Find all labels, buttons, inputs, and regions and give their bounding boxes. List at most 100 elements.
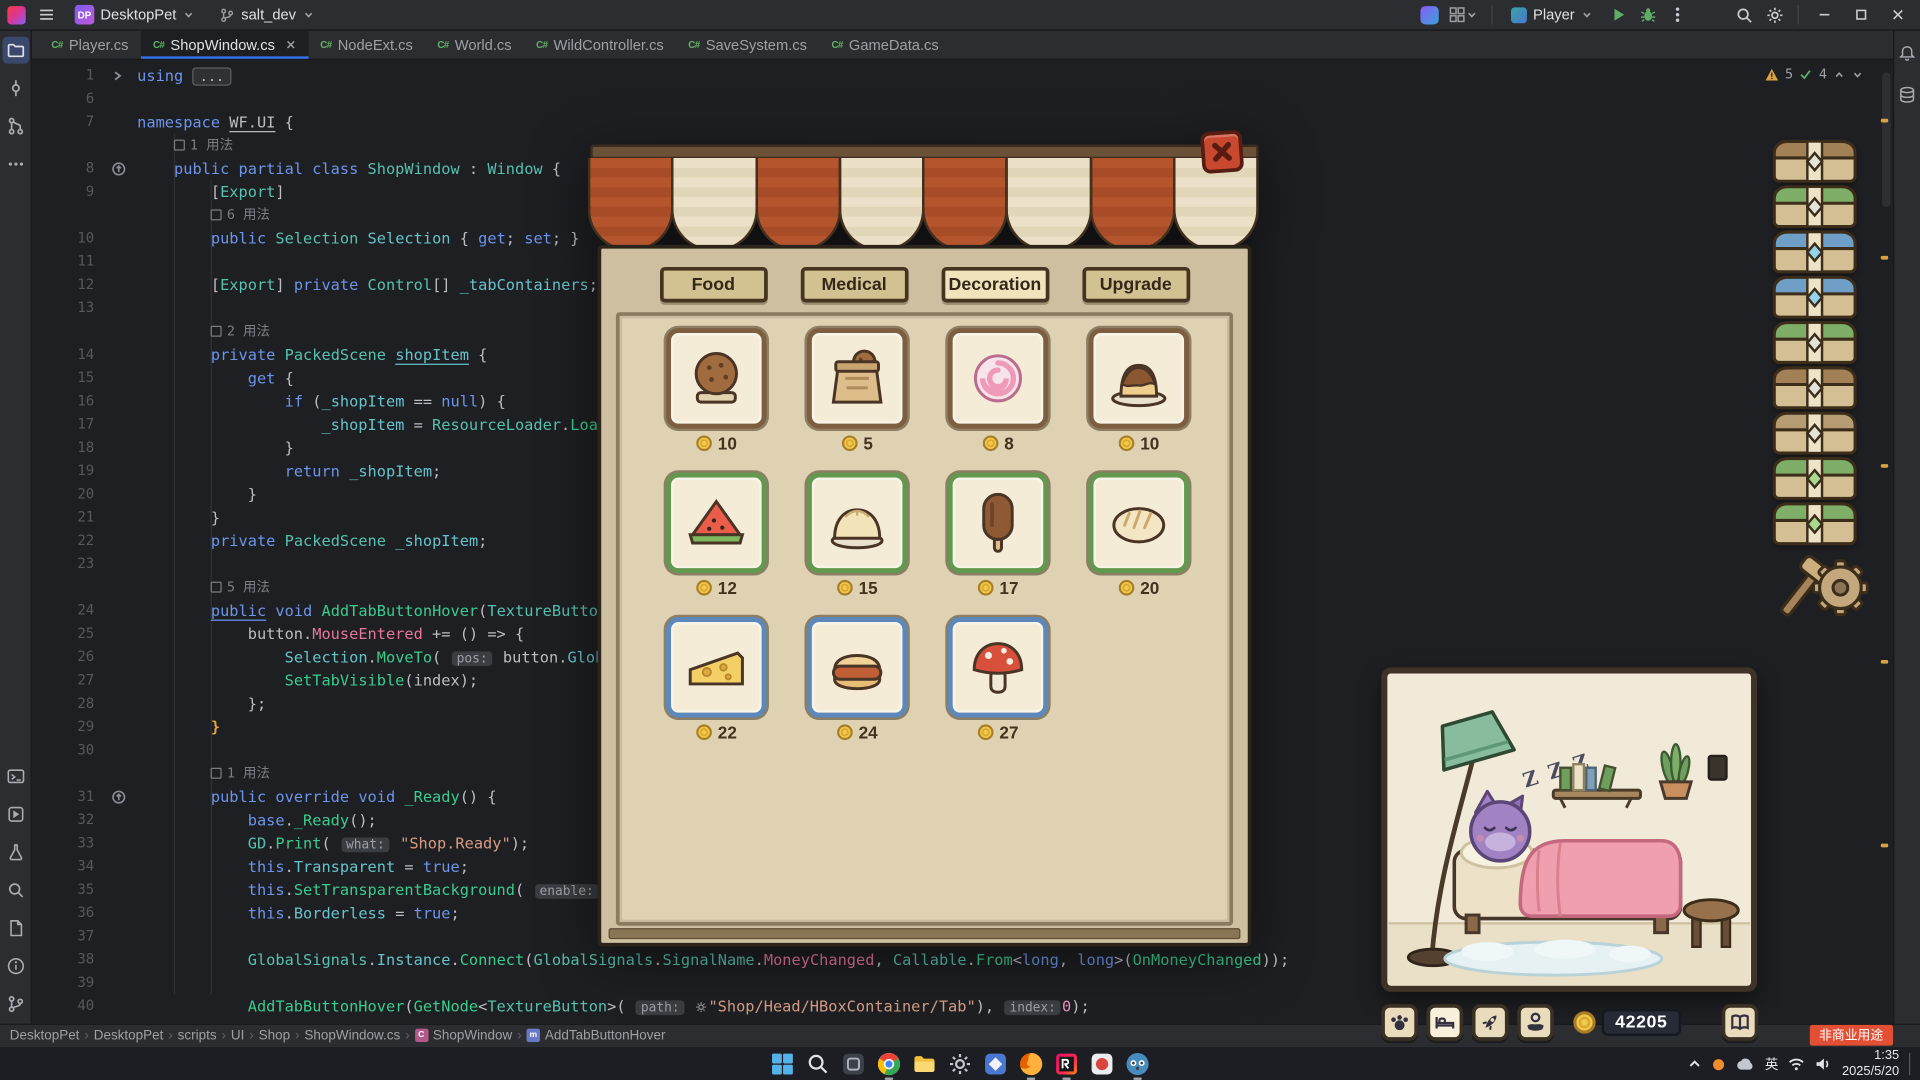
- taskbar-clock[interactable]: 1:35 2025/5/20: [1842, 1048, 1899, 1080]
- tab-nodeext-cs[interactable]: NodeExt.cs: [308, 31, 425, 59]
- settings-icon[interactable]: [1763, 3, 1786, 26]
- structure-tool-icon[interactable]: [2, 113, 29, 140]
- onedrive-cloud-icon[interactable]: [1735, 1057, 1755, 1072]
- input-language-indicator[interactable]: 英: [1765, 1054, 1778, 1074]
- tab-close-icon[interactable]: [285, 39, 296, 50]
- database-tool-icon[interactable]: [1894, 81, 1920, 108]
- tab-wildcontroller-cs[interactable]: WildController.cs: [524, 31, 676, 59]
- search-tool-icon[interactable]: [2, 877, 29, 904]
- git-tool-icon[interactable]: [2, 991, 29, 1018]
- treasure-chest[interactable]: [1771, 409, 1859, 458]
- fold-gutter-icon[interactable]: [105, 64, 137, 87]
- shop-tab-decoration[interactable]: Decoration: [941, 266, 1049, 303]
- project-selector[interactable]: DP DesktopPet: [67, 2, 202, 26]
- treasure-chest[interactable]: [1771, 318, 1859, 367]
- tab-player-cs[interactable]: Player.cs: [39, 31, 141, 59]
- breadcrumb-item[interactable]: AddTabButtonHover: [545, 1028, 666, 1043]
- shop-tab-upgrade[interactable]: Upgrade: [1081, 266, 1190, 303]
- notifications-bell-icon[interactable]: [1894, 39, 1920, 66]
- code-lens-usages[interactable]: 2 用法: [211, 320, 270, 343]
- shop-tab-food[interactable]: Food: [659, 266, 768, 303]
- taskbar-app-explorer[interactable]: [910, 1049, 939, 1078]
- tray-expand-icon[interactable]: [1688, 1057, 1703, 1072]
- tab-gamedata-cs[interactable]: GameData.cs: [819, 31, 951, 59]
- taskbar-app-app-dark[interactable]: [839, 1049, 868, 1078]
- more-tools-icon[interactable]: [2, 151, 29, 178]
- code-lens-usages[interactable]: 1 用法: [174, 133, 233, 156]
- treasure-chest[interactable]: [1771, 454, 1859, 503]
- shop-item-swirl-candy[interactable]: [947, 328, 1049, 429]
- shop-item-popsicle[interactable]: [947, 472, 1049, 574]
- tab-savesystem-cs[interactable]: SaveSystem.cs: [676, 31, 819, 59]
- breadcrumb-item[interactable]: DesktopPet: [10, 1028, 80, 1043]
- main-menu-icon[interactable]: [36, 4, 58, 26]
- taskbar-app-start[interactable]: [768, 1049, 797, 1078]
- more-actions-icon[interactable]: [1667, 4, 1689, 26]
- breadcrumb-item[interactable]: scripts: [178, 1028, 217, 1043]
- run-config-selector[interactable]: Player: [1504, 4, 1601, 26]
- pet-button-rocket[interactable]: [1471, 1004, 1509, 1041]
- treasure-chest[interactable]: [1771, 500, 1859, 549]
- tray-app-orange-icon[interactable]: [1712, 1057, 1725, 1070]
- breadcrumb-item[interactable]: UI: [231, 1028, 244, 1043]
- treasure-chest[interactable]: [1771, 228, 1859, 277]
- minimize-button[interactable]: [1810, 5, 1839, 25]
- code-lens-usages[interactable]: 6 用法: [211, 203, 270, 226]
- shop-tab-medical[interactable]: Medical: [800, 266, 908, 303]
- pet-button-bed[interactable]: [1426, 1004, 1464, 1041]
- commit-tool-icon[interactable]: [2, 75, 29, 102]
- treasure-chest[interactable]: [1771, 182, 1859, 231]
- shop-close-button[interactable]: [1199, 129, 1245, 175]
- inventory-button[interactable]: [1721, 1004, 1759, 1041]
- network-icon[interactable]: [1788, 1057, 1805, 1072]
- shop-item-snack-bag[interactable]: [806, 328, 908, 429]
- problems-info-icon[interactable]: [2, 953, 29, 980]
- project-tool-icon[interactable]: [1, 36, 29, 64]
- terminal-tool-icon[interactable]: [2, 763, 29, 790]
- shop-item-bread[interactable]: [1088, 472, 1189, 574]
- taskbar-app-settings[interactable]: [945, 1049, 974, 1078]
- shop-item-watermelon[interactable]: [666, 472, 767, 574]
- tests-tool-icon[interactable]: [2, 839, 29, 866]
- settings-gear[interactable]: [1771, 541, 1881, 629]
- override-gutter-icon[interactable]: [105, 785, 137, 808]
- volume-icon[interactable]: [1815, 1057, 1832, 1072]
- services-tool-icon[interactable]: [2, 801, 29, 828]
- treasure-chest[interactable]: [1771, 364, 1859, 413]
- shop-item-mushroom[interactable]: [947, 617, 1049, 718]
- scrollbar-warning-mark[interactable]: [1880, 118, 1889, 123]
- treasure-chest[interactable]: [1771, 137, 1859, 186]
- editor-scrollbar[interactable]: [1882, 72, 1891, 207]
- shop-item-hot-dog[interactable]: [806, 617, 908, 718]
- inspections-widget[interactable]: 5 4: [1764, 66, 1863, 82]
- pet-button-hand-coin[interactable]: [1517, 1004, 1554, 1041]
- breadcrumb-item[interactable]: ShopWindow: [433, 1028, 512, 1043]
- search-everywhere-icon[interactable]: [1733, 3, 1756, 26]
- tool-windows-icon[interactable]: [1446, 4, 1480, 26]
- close-button[interactable]: [1883, 5, 1912, 25]
- taskbar-app-godot[interactable]: [1123, 1049, 1152, 1078]
- breadcrumb-item[interactable]: Shop: [259, 1028, 290, 1043]
- taskbar-app-chrome[interactable]: [874, 1049, 903, 1078]
- taskbar-app-app-blue[interactable]: [981, 1049, 1010, 1078]
- scrollbar-warning-mark[interactable]: [1880, 843, 1889, 848]
- code-lens-usages[interactable]: 5 用法: [211, 576, 270, 599]
- maximize-button[interactable]: [1847, 5, 1876, 25]
- debug-button[interactable]: [1637, 4, 1659, 26]
- taskbar-app-search[interactable]: [803, 1049, 832, 1078]
- treasure-chest[interactable]: [1771, 273, 1859, 322]
- pet-room[interactable]: Z Z Z: [1381, 667, 1758, 992]
- shop-item-cheese[interactable]: [666, 617, 767, 718]
- run-button[interactable]: [1608, 4, 1630, 26]
- code-text[interactable]: using ...: [137, 64, 1893, 87]
- code-text[interactable]: [137, 87, 1893, 110]
- code-lens-usages[interactable]: 1 用法: [211, 762, 270, 785]
- scrollbar-warning-mark[interactable]: [1880, 660, 1889, 664]
- files-tool-icon[interactable]: [2, 915, 29, 942]
- breadcrumb-item[interactable]: ShopWindow.cs: [304, 1028, 400, 1043]
- shop-item-cookie[interactable]: [666, 328, 767, 429]
- shop-item-dumpling[interactable]: [806, 472, 908, 574]
- ai-assistant-icon[interactable]: [1420, 5, 1439, 24]
- vcs-branch-selector[interactable]: salt_dev: [212, 4, 322, 26]
- override-gutter-icon[interactable]: [105, 157, 137, 180]
